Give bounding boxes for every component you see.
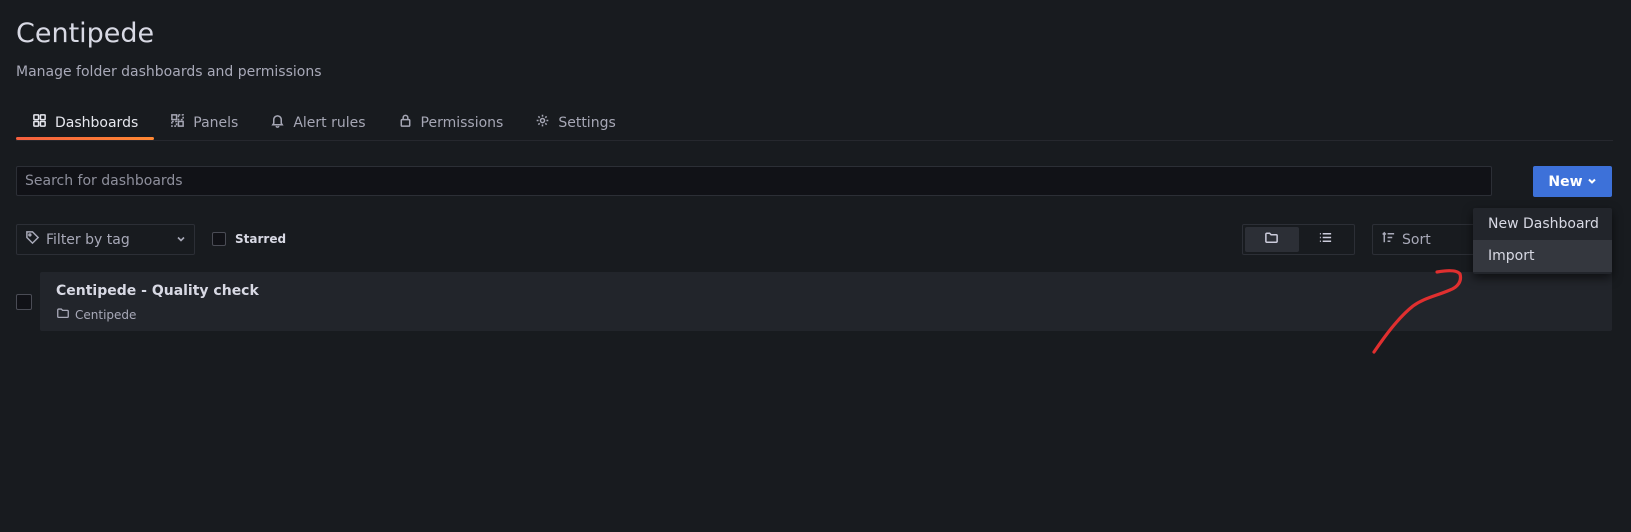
tab-label: Settings — [558, 114, 616, 131]
tab-settings[interactable]: Settings — [519, 106, 631, 139]
tab-label: Permissions — [420, 114, 504, 131]
search-input[interactable] — [16, 166, 1492, 196]
tab-permissions[interactable]: Permissions — [382, 106, 520, 139]
tab-dashboards[interactable]: Dashboards — [16, 106, 155, 140]
menu-item-new-dashboard[interactable]: New Dashboard — [1473, 208, 1612, 240]
filter-by-tag-select[interactable]: Filter by tag — [16, 224, 195, 255]
starred-checkbox[interactable] — [212, 232, 226, 246]
dashboard-folder-name: Centipede — [75, 307, 137, 322]
tab-alert-rules[interactable]: Alert rules — [254, 106, 381, 139]
tab-panels[interactable]: Panels — [154, 106, 254, 139]
menu-item-import[interactable]: Import — [1473, 240, 1612, 272]
apps-icon — [32, 113, 47, 132]
page-title: Centipede — [16, 18, 155, 49]
bell-icon — [270, 113, 285, 132]
dashboard-folder: Centipede — [56, 306, 136, 323]
starred-label: Starred — [235, 232, 287, 246]
library-panel-icon — [170, 113, 185, 132]
new-button-label: New — [1548, 173, 1583, 190]
filter-by-tag-label: Filter by tag — [46, 231, 130, 248]
tab-label: Panels — [193, 114, 239, 131]
lock-icon — [398, 113, 413, 132]
folder-tabs: Dashboards Panels Alert rules Permission… — [16, 106, 1613, 141]
new-button[interactable]: New — [1533, 166, 1612, 197]
chevron-down-icon — [1587, 174, 1597, 190]
sort-icon — [1381, 230, 1396, 249]
page-subtitle: Manage folder dashboards and permissions — [16, 64, 322, 80]
chevron-down-icon — [176, 232, 186, 248]
cog-icon — [535, 113, 550, 132]
folder-page: Centipede Manage folder dashboards and p… — [0, 0, 1631, 532]
list-icon — [1318, 230, 1333, 249]
folder-icon — [1264, 230, 1279, 249]
list-view-button[interactable] — [1299, 227, 1353, 252]
dashboard-row-checkbox[interactable] — [16, 294, 32, 310]
dashboard-title[interactable]: Centipede - Quality check — [56, 283, 259, 299]
sort-label: Sort — [1402, 231, 1431, 248]
sort-select[interactable]: Sort — [1372, 224, 1477, 255]
folder-view-button[interactable] — [1245, 227, 1299, 252]
tab-label: Alert rules — [293, 114, 366, 131]
new-menu: New Dashboard Import — [1473, 208, 1612, 274]
folder-icon — [56, 306, 70, 323]
dashboard-list-item[interactable]: Centipede - Quality check Centipede — [40, 272, 1612, 331]
tag-icon — [25, 230, 40, 249]
starred-filter[interactable]: Starred — [212, 232, 286, 246]
tab-label: Dashboards — [55, 114, 139, 131]
view-mode-toggle — [1242, 224, 1355, 255]
